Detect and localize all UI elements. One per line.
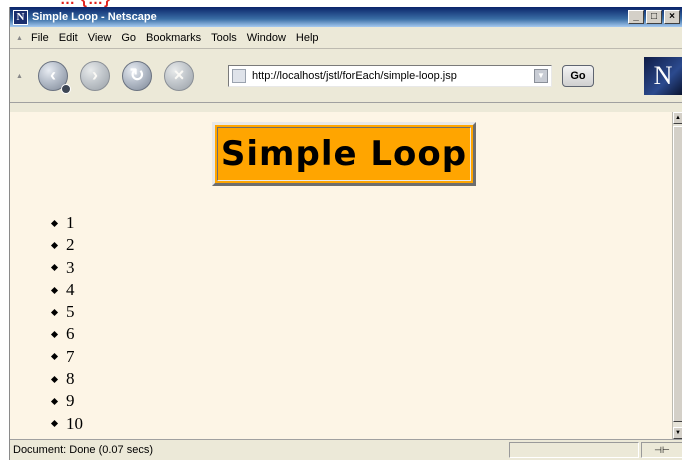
window-title: Simple Loop - Netscape bbox=[32, 11, 157, 23]
status-progress-cell bbox=[509, 442, 639, 458]
list-item: 8 bbox=[52, 368, 83, 390]
back-history-dropdown-icon[interactable] bbox=[61, 83, 71, 94]
list-item: 10 bbox=[52, 413, 83, 435]
scroll-thumb[interactable] bbox=[673, 126, 682, 422]
menu-go[interactable]: Go bbox=[116, 32, 141, 44]
menu-window[interactable]: Window bbox=[242, 32, 291, 44]
netscape-app-icon: N bbox=[13, 9, 28, 25]
menubar-grip-icon[interactable]: ▲ bbox=[16, 35, 23, 42]
back-button[interactable]: ‹ bbox=[38, 60, 71, 94]
back-arrow-icon: ‹ bbox=[50, 65, 56, 85]
close-button[interactable]: × bbox=[664, 10, 680, 24]
url-bar[interactable]: http://localhost/jstl/forEach/simple-loo… bbox=[228, 64, 552, 87]
menu-help[interactable]: Help bbox=[291, 32, 324, 44]
list-item: 2 bbox=[52, 234, 83, 256]
status-text: Document: Done (0.07 secs) bbox=[13, 444, 154, 456]
url-text[interactable]: http://localhost/jstl/forEach/simple-loo… bbox=[252, 70, 534, 82]
menu-bar: ▲ File Edit View Go Bookmarks Tools Wind… bbox=[10, 27, 682, 49]
url-dropdown-icon[interactable]: ▼ bbox=[534, 68, 548, 83]
toolbar-grip-icon[interactable]: ▲ bbox=[16, 73, 23, 80]
reload-icon: ↻ bbox=[129, 65, 145, 85]
connection-status-icon: ⊣⊢ bbox=[641, 442, 682, 458]
stop-icon: × bbox=[173, 65, 185, 85]
window-controls: _ □ × bbox=[628, 10, 680, 24]
menu-view[interactable]: View bbox=[83, 32, 117, 44]
scroll-down-icon[interactable]: ▼ bbox=[673, 427, 682, 439]
page-icon bbox=[232, 68, 246, 83]
list-item: 1 bbox=[52, 212, 83, 234]
vertical-scrollbar[interactable]: ▲ ▼ bbox=[672, 112, 682, 439]
minimize-button[interactable]: _ bbox=[628, 10, 644, 24]
browser-window: N Simple Loop - Netscape _ □ × ▲ File Ed… bbox=[9, 7, 682, 460]
netscape-logo-icon[interactable]: N bbox=[644, 57, 682, 95]
navigation-toolbar: ▲ ‹ › ↻ × http://localhost/jstl/forEach/… bbox=[10, 49, 682, 103]
maximize-button[interactable]: □ bbox=[646, 10, 662, 24]
menu-tools[interactable]: Tools bbox=[206, 32, 242, 44]
list-item: 9 bbox=[52, 390, 83, 412]
stop-button[interactable]: × bbox=[164, 60, 194, 91]
title-bar: N Simple Loop - Netscape _ □ × bbox=[10, 7, 682, 27]
go-button[interactable]: Go bbox=[562, 64, 594, 87]
forward-arrow-icon: › bbox=[92, 65, 98, 85]
list-item: 5 bbox=[52, 301, 83, 323]
status-bar: Document: Done (0.07 secs) ⊣⊢ bbox=[10, 439, 682, 460]
page-heading: Simple Loop bbox=[220, 134, 468, 174]
list-item: 6 bbox=[52, 323, 83, 345]
menu-edit[interactable]: Edit bbox=[54, 32, 83, 44]
scroll-up-icon[interactable]: ▲ bbox=[673, 112, 682, 124]
menu-bookmarks[interactable]: Bookmarks bbox=[141, 32, 206, 44]
list-item: 3 bbox=[52, 257, 83, 279]
list-item: 4 bbox=[52, 279, 83, 301]
page-content: Simple Loop 1 2 3 4 5 6 7 8 9 10 bbox=[10, 112, 673, 439]
page-heading-box: Simple Loop bbox=[212, 122, 476, 186]
list-item: 7 bbox=[52, 346, 83, 368]
reload-button[interactable]: ↻ bbox=[122, 60, 152, 91]
number-list: 1 2 3 4 5 6 7 8 9 10 bbox=[52, 212, 83, 435]
forward-button[interactable]: › bbox=[80, 60, 110, 91]
menu-file[interactable]: File bbox=[26, 32, 54, 44]
